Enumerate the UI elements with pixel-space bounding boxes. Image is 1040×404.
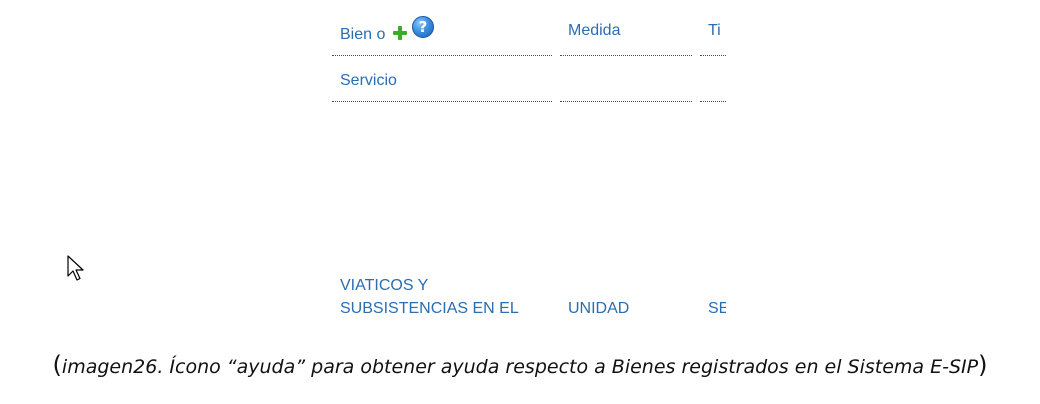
row-medida-value: UNIDAD — [568, 300, 630, 317]
header-bien-o-label: Bien o — [340, 26, 386, 43]
figure-caption: (imagen26. Ícono “ayuda” para obtener ay… — [0, 352, 1040, 380]
caption-open-paren: ( — [52, 351, 62, 379]
divider-col3-row2 — [700, 101, 726, 102]
header-tipo-label: Ti — [708, 22, 721, 39]
divider-col1-row1 — [332, 55, 552, 56]
divider-col3-row1 — [700, 55, 726, 56]
row-tipo-value: SE — [708, 300, 726, 317]
divider-col2-row1 — [560, 55, 692, 56]
caption-close-paren: ) — [978, 351, 988, 379]
bienes-table-fragment: Bien o ? Servicio Medida Ti VIATICOS Y S… — [332, 0, 726, 330]
divider-col1-row2 — [332, 101, 552, 102]
caption-text: imagen26. Ícono “ayuda” para obtener ayu… — [61, 356, 979, 378]
divider-col2-row2 — [560, 101, 692, 102]
header-servicio-label: Servicio — [340, 72, 397, 89]
plus-icon[interactable] — [393, 26, 407, 40]
screenshot-page: Bien o ? Servicio Medida Ti VIATICOS Y S… — [0, 0, 1040, 404]
header-medida-label: Medida — [568, 22, 621, 39]
row-bien-line2: SUBSISTENCIAS EN EL — [340, 300, 519, 317]
row-bien-line1: VIATICOS Y — [340, 277, 429, 294]
help-icon[interactable]: ? — [412, 16, 434, 38]
mouse-pointer-icon — [67, 255, 84, 281]
